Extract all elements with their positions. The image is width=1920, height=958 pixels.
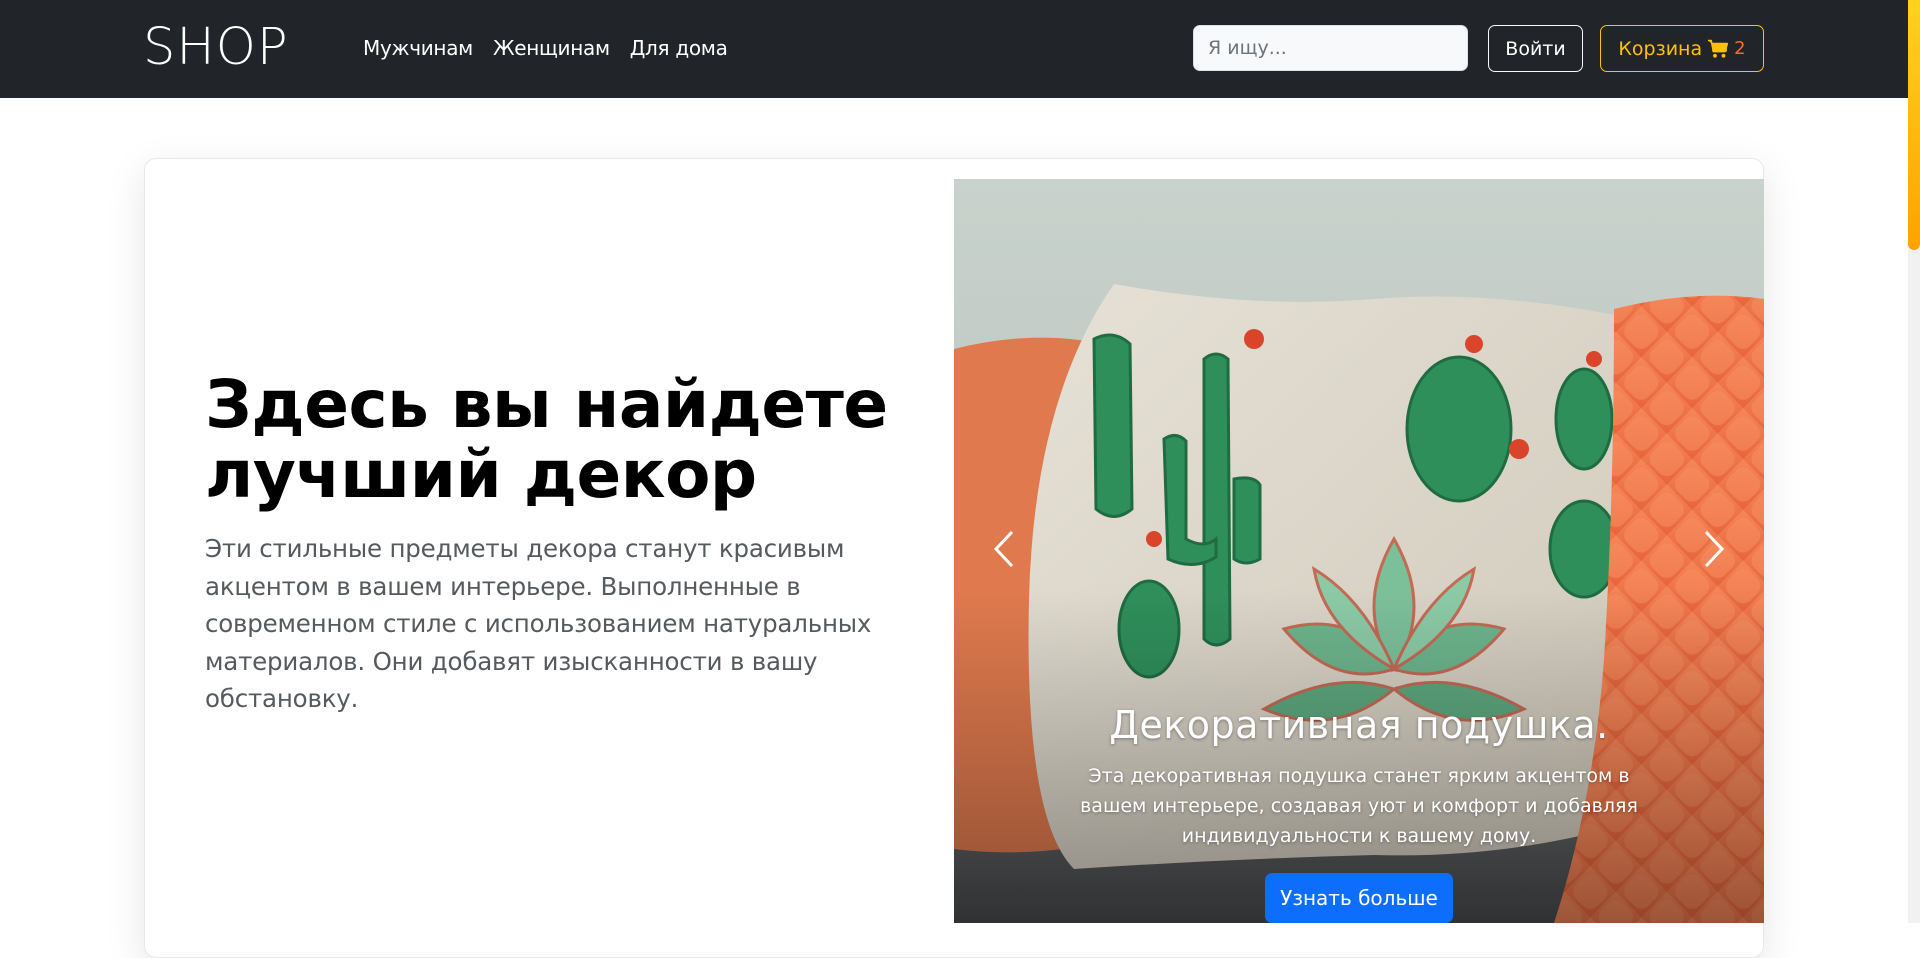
navbar: SHOP Мужчинам Женщинам Для дома Войти Ко…	[0, 0, 1908, 98]
slide-caption-title: Декоративная подушка.	[1109, 703, 1609, 747]
cart-button[interactable]: Корзина 2	[1600, 25, 1764, 72]
nav-link-women[interactable]: Женщинам	[493, 35, 610, 61]
slide-caption-text: Эта декоративная подушка станет ярким ак…	[1080, 765, 1638, 847]
brand-logo[interactable]: SHOP	[143, 17, 289, 79]
cart-icon	[1707, 39, 1729, 59]
nav-link-men[interactable]: Мужчинам	[363, 35, 473, 61]
learn-more-button-label: Узнать больше	[1280, 886, 1438, 910]
product-carousel: Декоративная подушка. Эта декоративная п…	[954, 179, 1764, 923]
login-button-label: Войти	[1505, 37, 1566, 60]
chevron-right-icon	[1702, 529, 1726, 569]
chevron-left-icon	[992, 529, 1016, 569]
scrollbar-thumb[interactable]	[1908, 0, 1920, 250]
carousel-prev-button[interactable]	[954, 479, 1054, 619]
cart-button-label: Корзина	[1618, 37, 1703, 60]
search-input[interactable]	[1193, 25, 1468, 71]
login-button[interactable]: Войти	[1488, 25, 1583, 72]
hero-title: Здесь вы найдете лучший декор	[205, 366, 888, 513]
learn-more-button[interactable]: Узнать больше	[1265, 873, 1453, 923]
nav-links: Мужчинам Женщинам Для дома	[363, 35, 728, 61]
hero-description: Эти стильные предметы декора станут крас…	[205, 534, 872, 713]
nav-link-home[interactable]: Для дома	[630, 35, 728, 61]
carousel-next-button[interactable]	[1664, 479, 1764, 619]
cart-count-badge: 2	[1734, 38, 1746, 59]
